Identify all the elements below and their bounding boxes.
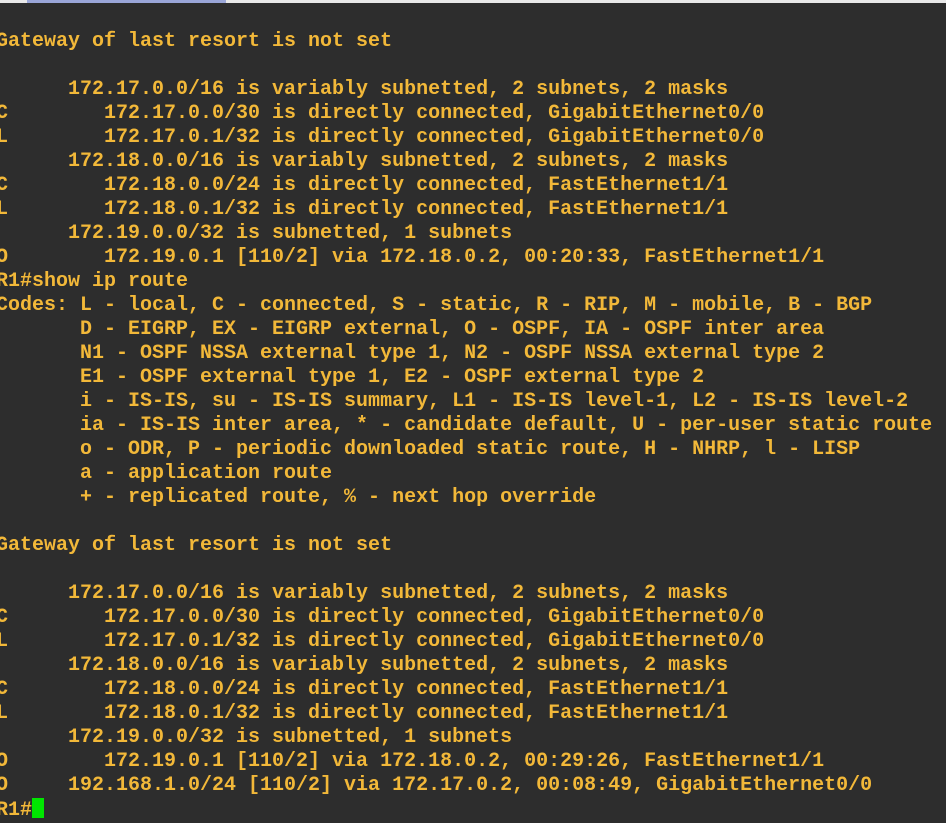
terminal-line: 172.18.0.0/16 is variably subnetted, 2 s…	[0, 654, 729, 677]
terminal-line: Gateway of last resort is not set	[0, 30, 393, 53]
terminal-line: O 192.168.1.0/24 [110/2] via 172.17.0.2,…	[0, 774, 873, 797]
terminal-line: 172.18.0.0/16 is variably subnetted, 2 s…	[0, 150, 729, 173]
prompt-line[interactable]: R1#	[0, 798, 932, 822]
terminal-line: C 172.18.0.0/24 is directly connected, F…	[0, 678, 729, 701]
terminal-line: N1 - OSPF NSSA external type 1, N2 - OSP…	[0, 342, 825, 365]
terminal-line: D - EIGRP, EX - EIGRP external, O - OSPF…	[0, 318, 825, 341]
terminal-line: 172.17.0.0/16 is variably subnetted, 2 s…	[0, 582, 729, 605]
terminal-line: 172.19.0.0/32 is subnetted, 1 subnets	[0, 726, 513, 749]
terminal-line: a - application route	[0, 462, 333, 485]
terminal-line: L 172.18.0.1/32 is directly connected, F…	[0, 702, 729, 725]
terminal-line: ia - IS-IS inter area, * - candidate def…	[0, 414, 933, 437]
prompt: R1#	[0, 799, 33, 822]
terminal-line: Codes: L - local, C - connected, S - sta…	[0, 294, 873, 317]
terminal-line: O 172.19.0.1 [110/2] via 172.18.0.2, 00:…	[0, 750, 825, 773]
terminal-line: + - replicated route, % - next hop overr…	[0, 486, 597, 509]
terminal-line: R1#show ip route	[0, 270, 189, 293]
terminal-line: o - ODR, P - periodic downloaded static …	[0, 438, 861, 461]
terminal-line: 172.17.0.0/16 is variably subnetted, 2 s…	[0, 78, 729, 101]
terminal-line: O 172.19.0.1 [110/2] via 172.18.0.2, 00:…	[0, 246, 825, 269]
terminal-line: L 172.17.0.1/32 is directly connected, G…	[0, 630, 765, 653]
terminal-line: C 172.17.0.0/30 is directly connected, G…	[0, 102, 765, 125]
tab-indicator[interactable]	[27, 0, 226, 3]
terminal-line: C 172.18.0.0/24 is directly connected, F…	[0, 174, 729, 197]
terminal-output[interactable]: Gateway of last resort is not set 172.17…	[0, 30, 932, 822]
terminal-line: L 172.17.0.1/32 is directly connected, G…	[0, 126, 765, 149]
cursor	[32, 798, 45, 818]
terminal-line: i - IS-IS, su - IS-IS summary, L1 - IS-I…	[0, 390, 909, 413]
terminal-line: 172.19.0.0/32 is subnetted, 1 subnets	[0, 222, 513, 245]
terminal-line: E1 - OSPF external type 1, E2 - OSPF ext…	[0, 366, 705, 389]
terminal-line: Gateway of last resort is not set	[0, 534, 393, 557]
terminal-line: C 172.17.0.0/30 is directly connected, G…	[0, 606, 765, 629]
terminal-line: L 172.18.0.1/32 is directly connected, F…	[0, 198, 729, 221]
